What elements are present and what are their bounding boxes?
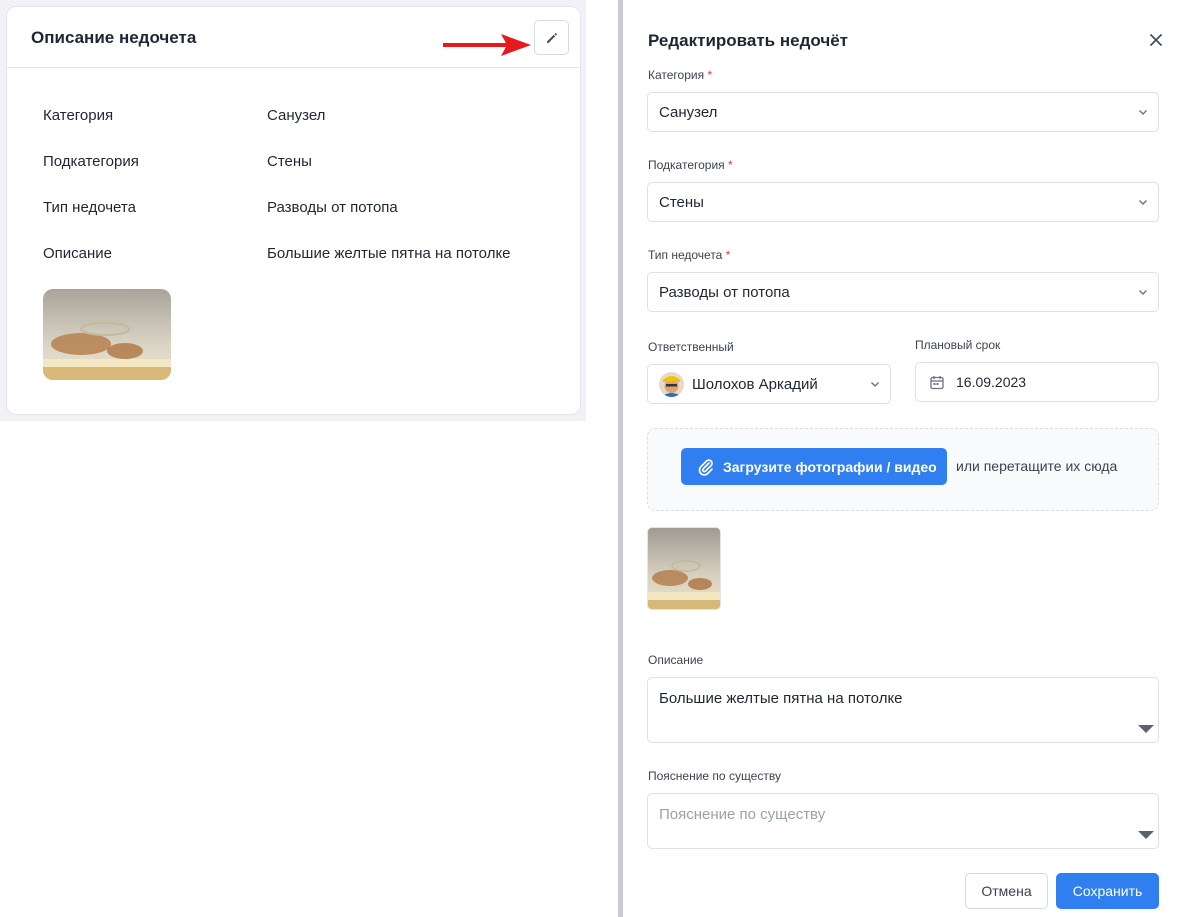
- defect-type-select-value: Разводы от потопа: [659, 284, 790, 301]
- upload-dropzone[interactable]: Загрузите фотографии / видео или перетащ…: [647, 428, 1159, 511]
- category-value: Санузел: [267, 107, 326, 124]
- edit-button[interactable]: [534, 20, 569, 55]
- defect-type-value: Разводы от потопа: [267, 199, 398, 216]
- chevron-down-icon: [871, 382, 879, 387]
- due-date-value: 16.09.2023: [956, 374, 1027, 390]
- chevron-down-icon: [1139, 290, 1147, 295]
- defect-description-card: Описание недочета Категория Санузел Подк…: [6, 6, 581, 415]
- description-value: Большие желтые пятна на потолке: [267, 245, 511, 262]
- description-field-label: Описание: [648, 653, 704, 667]
- defect-type-select[interactable]: Разводы от потопа: [647, 272, 1159, 312]
- explanation-textarea[interactable]: Пояснение по существу: [647, 793, 1159, 849]
- subcategory-field-label: Подкатегория *: [648, 158, 733, 172]
- responsible-select[interactable]: Шолохов Аркадий: [647, 364, 891, 404]
- explanation-field-label: Пояснение по существу: [648, 769, 781, 783]
- chevron-down-icon: [1139, 110, 1147, 115]
- description-label: Описание: [43, 245, 113, 262]
- subcategory-label: Подкатегория: [43, 153, 139, 170]
- upload-button[interactable]: Загрузите фотографии / видео: [681, 448, 947, 485]
- red-arrow-annotation: [443, 34, 531, 56]
- card-header: Описание недочета: [7, 7, 580, 68]
- description-textarea-value: Большие желтые пятна на потолке: [659, 690, 903, 707]
- due-date-input[interactable]: 16.09.2023: [915, 362, 1159, 402]
- paperclip-icon: [698, 458, 713, 476]
- resize-handle-icon[interactable]: [1137, 830, 1155, 840]
- resize-handle-icon[interactable]: [1137, 724, 1155, 734]
- due-date-field-label: Плановый срок: [915, 338, 1001, 352]
- edit-defect-modal: Редактировать недочёт Категория * Санузе…: [623, 0, 1187, 917]
- subcategory-select-value: Стены: [659, 194, 704, 211]
- uploaded-photo-thumbnail[interactable]: [647, 527, 721, 610]
- close-button[interactable]: [1146, 30, 1166, 50]
- subcategory-select[interactable]: Стены: [647, 182, 1159, 222]
- category-field-label: Категория *: [648, 68, 713, 82]
- cancel-button[interactable]: Отмена: [965, 873, 1048, 909]
- required-marker: *: [707, 68, 713, 82]
- category-label: Категория: [43, 107, 114, 124]
- card-title: Описание недочета: [31, 28, 197, 47]
- save-button[interactable]: Сохранить: [1056, 873, 1159, 909]
- calendar-icon: [930, 376, 944, 390]
- category-select[interactable]: Санузел: [647, 92, 1159, 132]
- upload-hint: или перетащите их сюда: [956, 458, 1118, 474]
- responsible-select-value: Шолохов Аркадий: [692, 376, 818, 393]
- required-marker: *: [725, 248, 731, 262]
- modal-title: Редактировать недочёт: [648, 31, 848, 50]
- defect-type-field-label: Тип недочета *: [648, 248, 731, 262]
- chevron-down-icon: [1139, 200, 1147, 205]
- category-select-value: Санузел: [659, 104, 718, 121]
- responsible-field-label: Ответственный: [648, 340, 734, 354]
- description-textarea[interactable]: Большие желтые пятна на потолке: [647, 677, 1159, 743]
- defect-type-label: Тип недочета: [43, 199, 136, 216]
- defect-photo-thumbnail[interactable]: [43, 289, 171, 380]
- close-icon: [1150, 34, 1162, 46]
- required-marker: *: [728, 158, 733, 172]
- pencil-icon: [546, 32, 557, 43]
- avatar: [659, 372, 684, 397]
- explanation-placeholder: Пояснение по существу: [659, 806, 826, 823]
- subcategory-value: Стены: [267, 153, 312, 170]
